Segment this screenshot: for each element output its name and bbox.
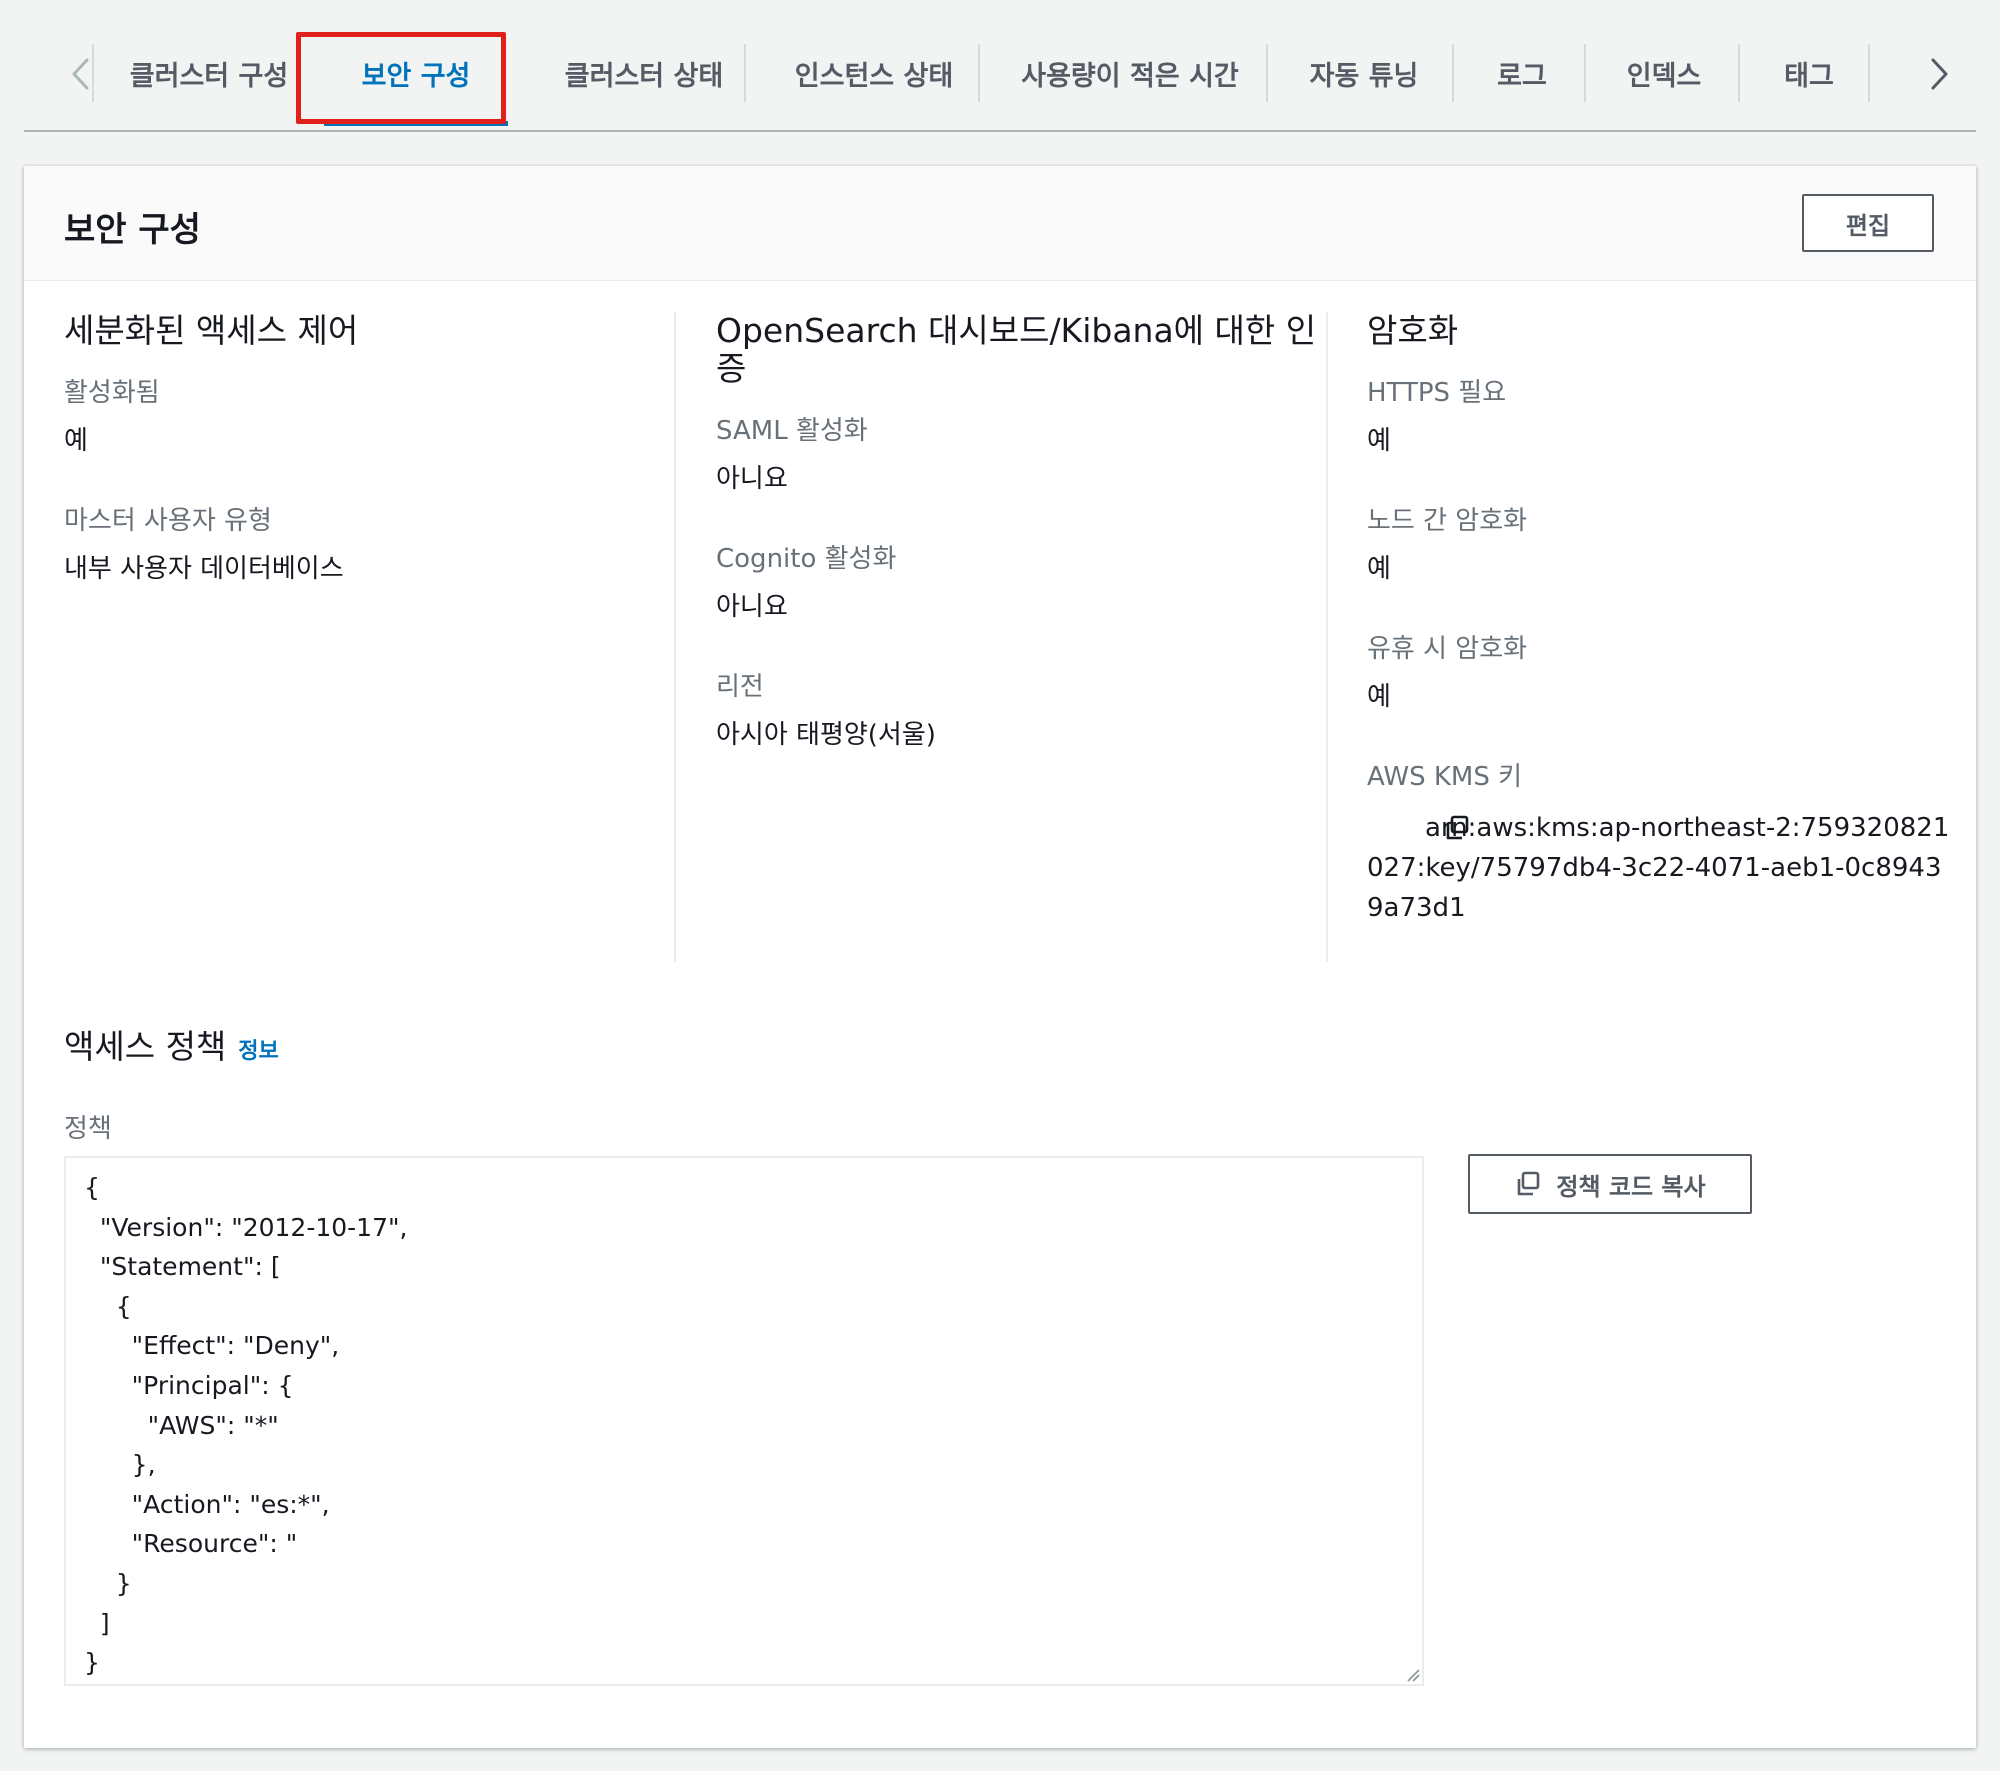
field-value: 아니요 — [716, 592, 788, 622]
copy-policy-code-button[interactable]: 정책 코드 복사 — [1468, 1154, 1752, 1214]
field-label: 유휴 시 암호화 — [1367, 634, 1528, 664]
https-required-field: HTTPS 필요 예 — [1367, 376, 1957, 458]
copy-icon[interactable] — [1385, 814, 1471, 854]
tab-logs[interactable]: 로그 — [1460, 40, 1584, 106]
kms-key-value: arn:aws:kms:ap-northeast-2:759320821027:… — [1367, 808, 1957, 928]
field-value: 예 — [1367, 426, 1391, 456]
tab-cluster-configuration[interactable]: 클러스터 구성 — [104, 40, 314, 106]
field-value: 예 — [1367, 682, 1391, 712]
copy-icon — [1518, 1171, 1540, 1196]
field-value: 내부 사용자 데이터베이스 — [64, 554, 344, 584]
field-label: 활성화됨 — [64, 378, 160, 408]
field-label: 노드 간 암호화 — [1367, 506, 1528, 536]
column-divider — [674, 312, 676, 962]
info-link[interactable]: 정보 — [238, 1033, 278, 1065]
tab-bar: 클러스터 구성 보안 구성 클러스터 상태 인스턴스 상태 사용량이 적은 시간… — [24, 0, 1976, 132]
column-divider — [1326, 312, 1328, 962]
tab-scroll-left-button[interactable] — [50, 44, 110, 104]
tab-separator — [744, 44, 746, 102]
edit-button[interactable]: 편집 — [1802, 194, 1934, 252]
policy-code: { "Version": "2012-10-17", "Statement": … — [84, 1173, 408, 1678]
tab-separator — [1738, 44, 1740, 102]
master-user-type-field: 마스터 사용자 유형 내부 사용자 데이터베이스 — [64, 504, 664, 586]
region-field: 리전 아시아 태평양(서울) — [716, 670, 1336, 752]
field-value: 예 — [64, 426, 88, 456]
access-policy-title: 액세스 정책 — [64, 1027, 227, 1066]
dashboards-authentication-section: OpenSearch 대시보드/Kibana에 대한 인증 SAML 활성화 아… — [716, 312, 1336, 798]
field-value: 아니요 — [716, 464, 788, 494]
access-policy-title-row: 액세스 정책 정보 — [64, 1020, 279, 1068]
tab-separator — [1584, 44, 1586, 102]
resize-handle-icon[interactable] — [1406, 1668, 1420, 1682]
field-label: AWS KMS 키 — [1367, 762, 1523, 792]
policy-label: 정책 — [64, 1114, 112, 1144]
tab-separator — [92, 44, 94, 102]
saml-enabled-field: SAML 활성화 아니요 — [716, 414, 1336, 496]
panel-title: 보안 구성 — [64, 210, 201, 250]
tab-security-configuration[interactable]: 보안 구성 — [316, 40, 516, 126]
tab-cluster-health[interactable]: 클러스터 상태 — [524, 40, 764, 106]
tab-auto-tune[interactable]: 자동 튜닝 — [1274, 40, 1454, 106]
chevron-left-icon — [72, 58, 89, 90]
access-policy-header: 액세스 정책 정보 — [64, 1020, 279, 1068]
fgac-enabled-field: 활성화됨 예 — [64, 376, 664, 458]
policy-textarea[interactable]: { "Version": "2012-10-17", "Statement": … — [64, 1156, 1424, 1686]
kms-key-field: AWS KMS 키 arn:aws:kms:ap-northeast-2:759… — [1367, 760, 1957, 928]
section-title: 암호화 — [1367, 311, 1459, 350]
tab-tags[interactable]: 태그 — [1744, 40, 1874, 106]
tab-separator — [1868, 44, 1870, 102]
tab-indices[interactable]: 인덱스 — [1594, 40, 1734, 106]
field-label: Cognito 활성화 — [716, 544, 897, 574]
tab-separator — [978, 44, 980, 102]
panel-header: 보안 구성 편집 — [24, 166, 1976, 281]
encryption-at-rest-field: 유휴 시 암호화 예 — [1367, 632, 1957, 714]
node-to-node-encryption-field: 노드 간 암호화 예 — [1367, 504, 1957, 586]
chevron-right-icon — [1931, 58, 1948, 90]
field-label: 리전 — [716, 672, 764, 702]
field-label: 마스터 사용자 유형 — [64, 506, 272, 536]
section-title: 세분화된 액세스 제어 — [64, 311, 359, 350]
tab-separator — [1452, 44, 1454, 102]
field-value: 아시아 태평양(서울) — [716, 720, 936, 750]
copy-policy-code-label: 정책 코드 복사 — [1556, 1172, 1706, 1201]
tab-instance-health[interactable]: 인스턴스 상태 — [754, 40, 994, 106]
encryption-section: 암호화 HTTPS 필요 예 노드 간 암호화 예 유휴 시 암호화 예 AWS… — [1367, 312, 1957, 928]
field-label: SAML 활성화 — [716, 416, 868, 446]
tab-scroll-right-button[interactable] — [1910, 44, 1970, 104]
cognito-enabled-field: Cognito 활성화 아니요 — [716, 542, 1336, 624]
tab-off-peak-window[interactable]: 사용량이 적은 시간 — [990, 40, 1270, 106]
field-label: HTTPS 필요 — [1367, 378, 1507, 408]
field-value: 예 — [1367, 554, 1391, 584]
section-title: OpenSearch 대시보드/Kibana에 대한 인증 — [716, 311, 1317, 388]
tab-separator — [1266, 44, 1268, 102]
fine-grained-access-control-section: 세분화된 액세스 제어 활성화됨 예 마스터 사용자 유형 내부 사용자 데이터… — [64, 312, 664, 632]
